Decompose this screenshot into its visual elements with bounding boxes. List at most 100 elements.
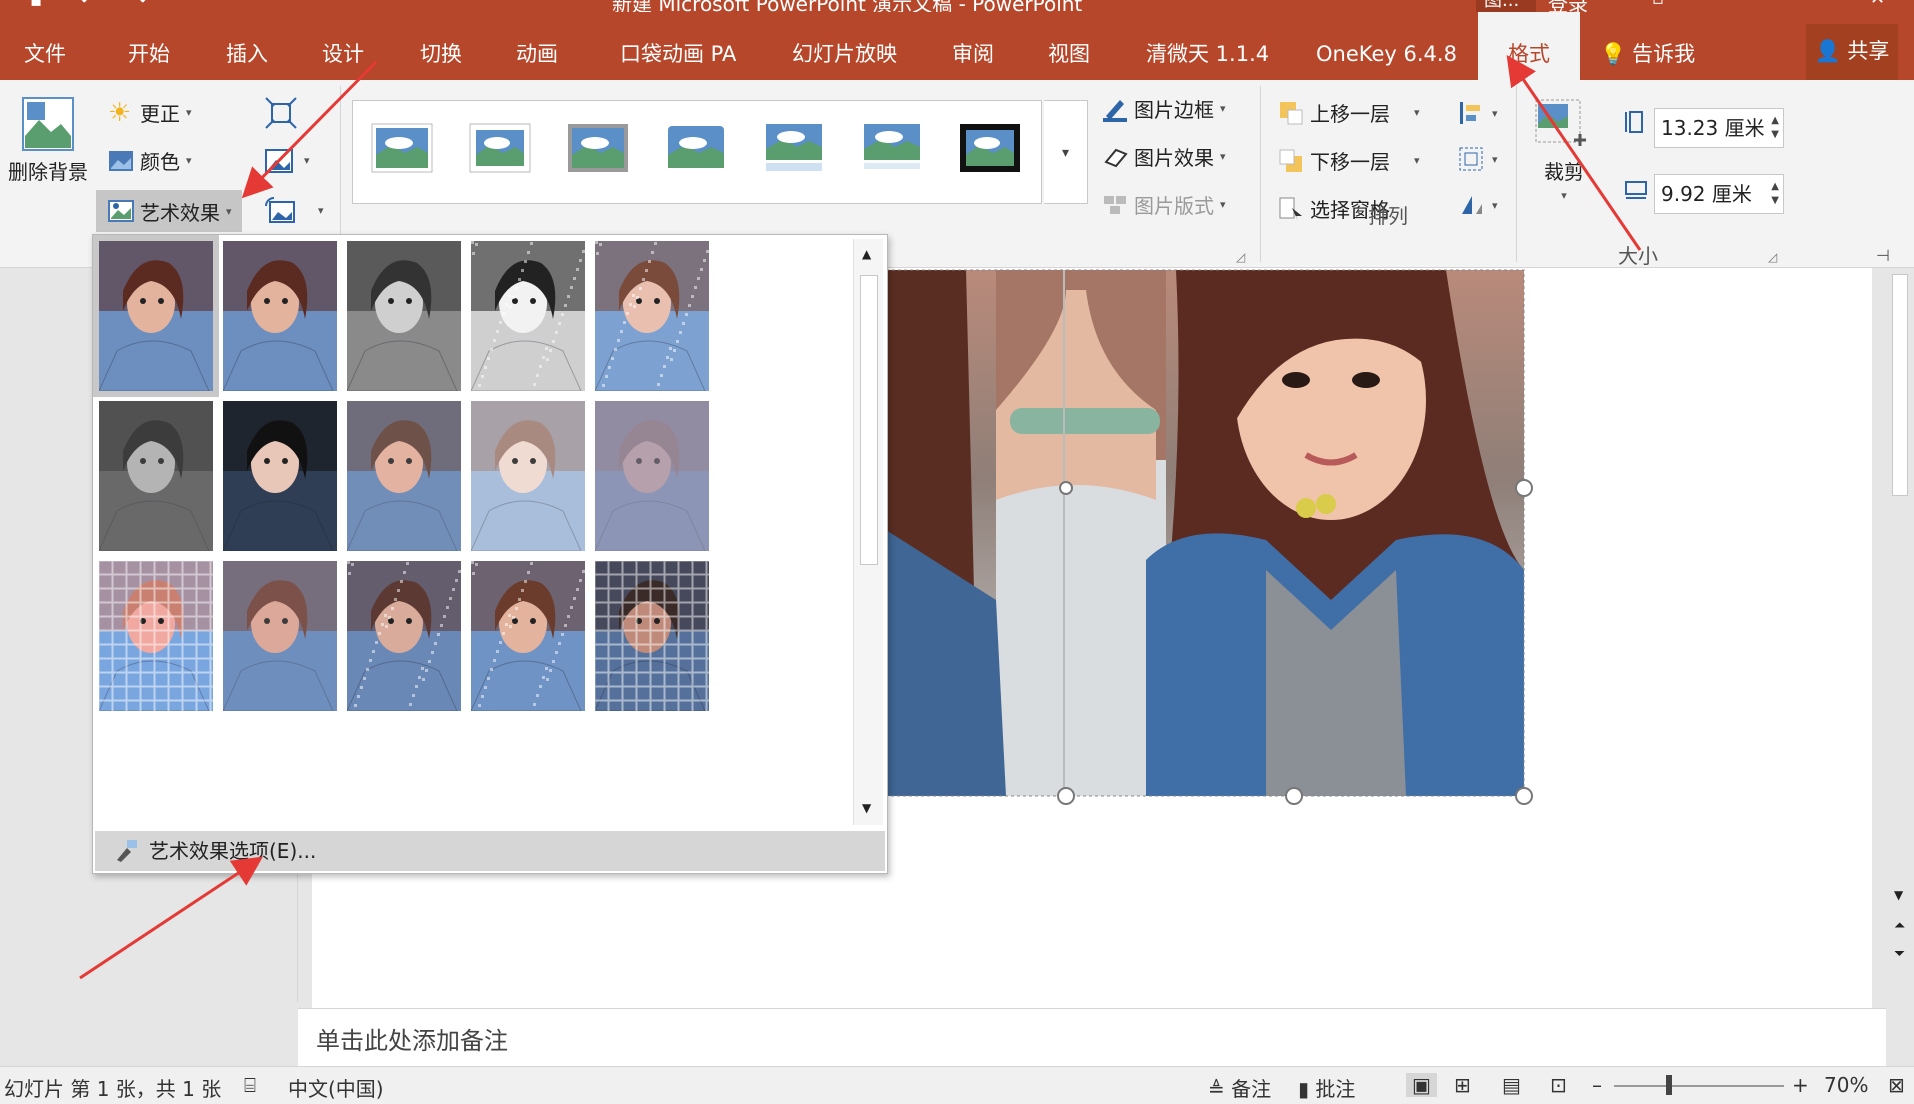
bring-forward-icon <box>1280 101 1303 124</box>
art-effect-thumb[interactable] <box>595 561 709 711</box>
tab-transitions[interactable]: 切换 <box>420 12 462 80</box>
tab-format[interactable]: 格式 <box>1478 12 1580 80</box>
color-button[interactable]: 颜色 ▾ <box>108 146 192 175</box>
art-effect-thumb[interactable] <box>471 561 585 711</box>
normal-view-icon[interactable]: ▣ <box>1406 1073 1437 1097</box>
zoom-slider-thumb[interactable] <box>1666 1075 1672 1095</box>
zoom-level[interactable]: 70% <box>1824 1073 1868 1097</box>
picture-style-thumb[interactable] <box>861 123 923 173</box>
art-effect-thumb[interactable] <box>93 235 219 397</box>
remove-background-icon <box>22 97 74 151</box>
spell-check-icon[interactable]: ⌸ <box>244 1073 256 1097</box>
picture-style-thumb[interactable] <box>469 123 531 173</box>
picture-style-thumb[interactable] <box>567 123 629 173</box>
rotate-icon[interactable]: ▾ <box>1458 192 1498 218</box>
tab-design[interactable]: 设计 <box>322 12 364 80</box>
tab-pocket-animation[interactable]: 口袋动画 PA <box>620 12 736 80</box>
spin-down-icon[interactable]: ▼ <box>1771 129 1779 141</box>
zoom-in-icon[interactable]: + <box>1792 1073 1809 1097</box>
art-effect-thumb[interactable] <box>595 401 709 551</box>
scrollbar-thumb[interactable] <box>1892 274 1908 496</box>
crop-button[interactable]: 裁剪 ▾ <box>1534 96 1594 202</box>
next-slide-icon[interactable]: ⏷ <box>1894 946 1905 962</box>
bring-forward-button[interactable]: 上移一层 ▾ <box>1278 98 1420 127</box>
minimize-icon[interactable]: – <box>1798 0 1807 9</box>
picture-style-thumb[interactable] <box>959 123 1021 173</box>
tab-onekey[interactable]: OneKey 6.4.8 <box>1316 12 1457 80</box>
dialog-launcher-icon[interactable]: ◿ <box>1236 250 1245 264</box>
fit-slide-icon[interactable]: ⊠ <box>1888 1073 1905 1097</box>
art-effect-thumb[interactable] <box>223 241 337 391</box>
tell-me-box[interactable]: 💡 告诉我 <box>1600 12 1695 80</box>
art-effect-thumb[interactable] <box>595 241 709 391</box>
corrections-button[interactable]: ☀ 更正 ▾ <box>108 98 192 127</box>
spin-up-icon[interactable]: ▲ <box>1771 115 1779 127</box>
send-backward-button[interactable]: 下移一层 ▾ <box>1278 146 1420 175</box>
comments-button[interactable]: ▮ 批注 <box>1298 1073 1355 1102</box>
share-button[interactable]: 👤 共享 <box>1806 24 1898 80</box>
art-effect-thumb[interactable] <box>99 401 213 551</box>
reset-picture-icon[interactable]: ▾ <box>264 196 324 224</box>
art-effect-thumb[interactable] <box>347 241 461 391</box>
art-effects-options-button[interactable]: 艺术效果选项(E)... <box>95 831 885 871</box>
scrollbar-thumb[interactable] <box>860 275 878 565</box>
picture-border-button[interactable]: 图片边框 ▾ <box>1102 94 1226 123</box>
art-effect-thumb[interactable] <box>471 401 585 551</box>
art-effect-thumb[interactable] <box>223 401 337 551</box>
ribbon-options-icon[interactable]: ▫ <box>1652 0 1664 9</box>
width-input[interactable]: 9.92 厘米 ▲ ▼ <box>1654 174 1784 214</box>
tab-slideshow[interactable]: 幻灯片放映 <box>792 12 897 80</box>
picture-style-thumb[interactable] <box>763 123 825 173</box>
pin-ribbon-icon[interactable]: ⊣ <box>1876 246 1890 265</box>
tab-file[interactable]: 文件 <box>24 12 66 80</box>
art-effect-thumb[interactable] <box>223 561 337 711</box>
previous-slide-icon[interactable]: ⏶ <box>1894 918 1905 934</box>
tab-insert[interactable]: 插入 <box>226 12 268 80</box>
login-link[interactable]: 登录 <box>1548 0 1588 12</box>
art-effect-thumb[interactable] <box>347 401 461 551</box>
art-effect-thumb[interactable] <box>99 561 213 711</box>
art-effect-thumb[interactable] <box>471 241 585 391</box>
change-picture-icon[interactable]: ▾ <box>264 146 310 174</box>
picture-style-thumb[interactable] <box>665 123 727 173</box>
picture-effects-button[interactable]: 图片效果 ▾ <box>1102 142 1226 171</box>
tab-view[interactable]: 视图 <box>1048 12 1090 80</box>
art-gallery-scrollbar[interactable]: ▲ ▼ <box>853 239 883 825</box>
language-status[interactable]: 中文(中国) <box>288 1073 384 1102</box>
scroll-down-icon[interactable]: ▼ <box>862 801 871 815</box>
compress-pictures-icon[interactable] <box>264 96 298 130</box>
remove-background-button[interactable]: 删除背景 <box>8 96 88 185</box>
redo-icon[interactable]: ↷ <box>132 0 147 11</box>
scroll-down-icon[interactable]: ▼ <box>1894 888 1903 902</box>
tab-home[interactable]: 开始 <box>128 12 170 80</box>
save-icon[interactable]: ▪ <box>30 0 42 11</box>
gallery-more-button[interactable]: ▾ <box>1044 100 1088 204</box>
slideshow-icon[interactable]: ⊡ <box>1550 1073 1567 1097</box>
picture-style-thumb[interactable] <box>371 123 433 173</box>
vertical-scrollbar[interactable]: ▼ ⏶ ⏷ <box>1886 268 1914 1002</box>
group-objects-icon[interactable]: ▾ <box>1458 146 1498 172</box>
scroll-up-icon[interactable]: ▲ <box>862 247 871 261</box>
art-effect-thumb[interactable] <box>347 561 461 711</box>
picture-layout-button[interactable]: 图片版式 ▾ <box>1102 190 1226 219</box>
zoom-out-icon[interactable]: – <box>1592 1073 1602 1097</box>
align-icon[interactable]: ▾ <box>1458 100 1498 126</box>
zoom-slider[interactable] <box>1614 1085 1784 1087</box>
tell-me-label: 告诉我 <box>1632 42 1696 66</box>
tab-qingweitian[interactable]: 清微天 1.1.4 <box>1146 12 1269 80</box>
slide-count-status: 幻灯片 第 1 张，共 1 张 <box>4 1077 222 1101</box>
tab-review[interactable]: 审阅 <box>952 12 994 80</box>
dialog-launcher-icon[interactable]: ◿ <box>1768 250 1777 264</box>
tab-animations[interactable]: 动画 <box>516 12 558 80</box>
slide-sorter-icon[interactable]: ⊞ <box>1454 1073 1471 1097</box>
art-effects-button[interactable]: 艺术效果 ▾ <box>96 190 242 232</box>
spin-up-icon[interactable]: ▲ <box>1771 181 1779 193</box>
height-input[interactable]: 13.23 厘米 ▲ ▼ <box>1654 108 1784 148</box>
undo-icon[interactable]: ↶ <box>80 0 95 11</box>
close-icon[interactable]: ✕ <box>1870 0 1885 9</box>
notes-pane[interactable]: 单击此处添加备注 <box>298 1008 1886 1066</box>
spin-down-icon[interactable]: ▼ <box>1771 195 1779 207</box>
reading-view-icon[interactable]: ▤ <box>1502 1073 1521 1097</box>
notes-toggle-button[interactable]: ≜ 备注 <box>1208 1073 1271 1102</box>
selected-picture[interactable] <box>886 270 1524 796</box>
